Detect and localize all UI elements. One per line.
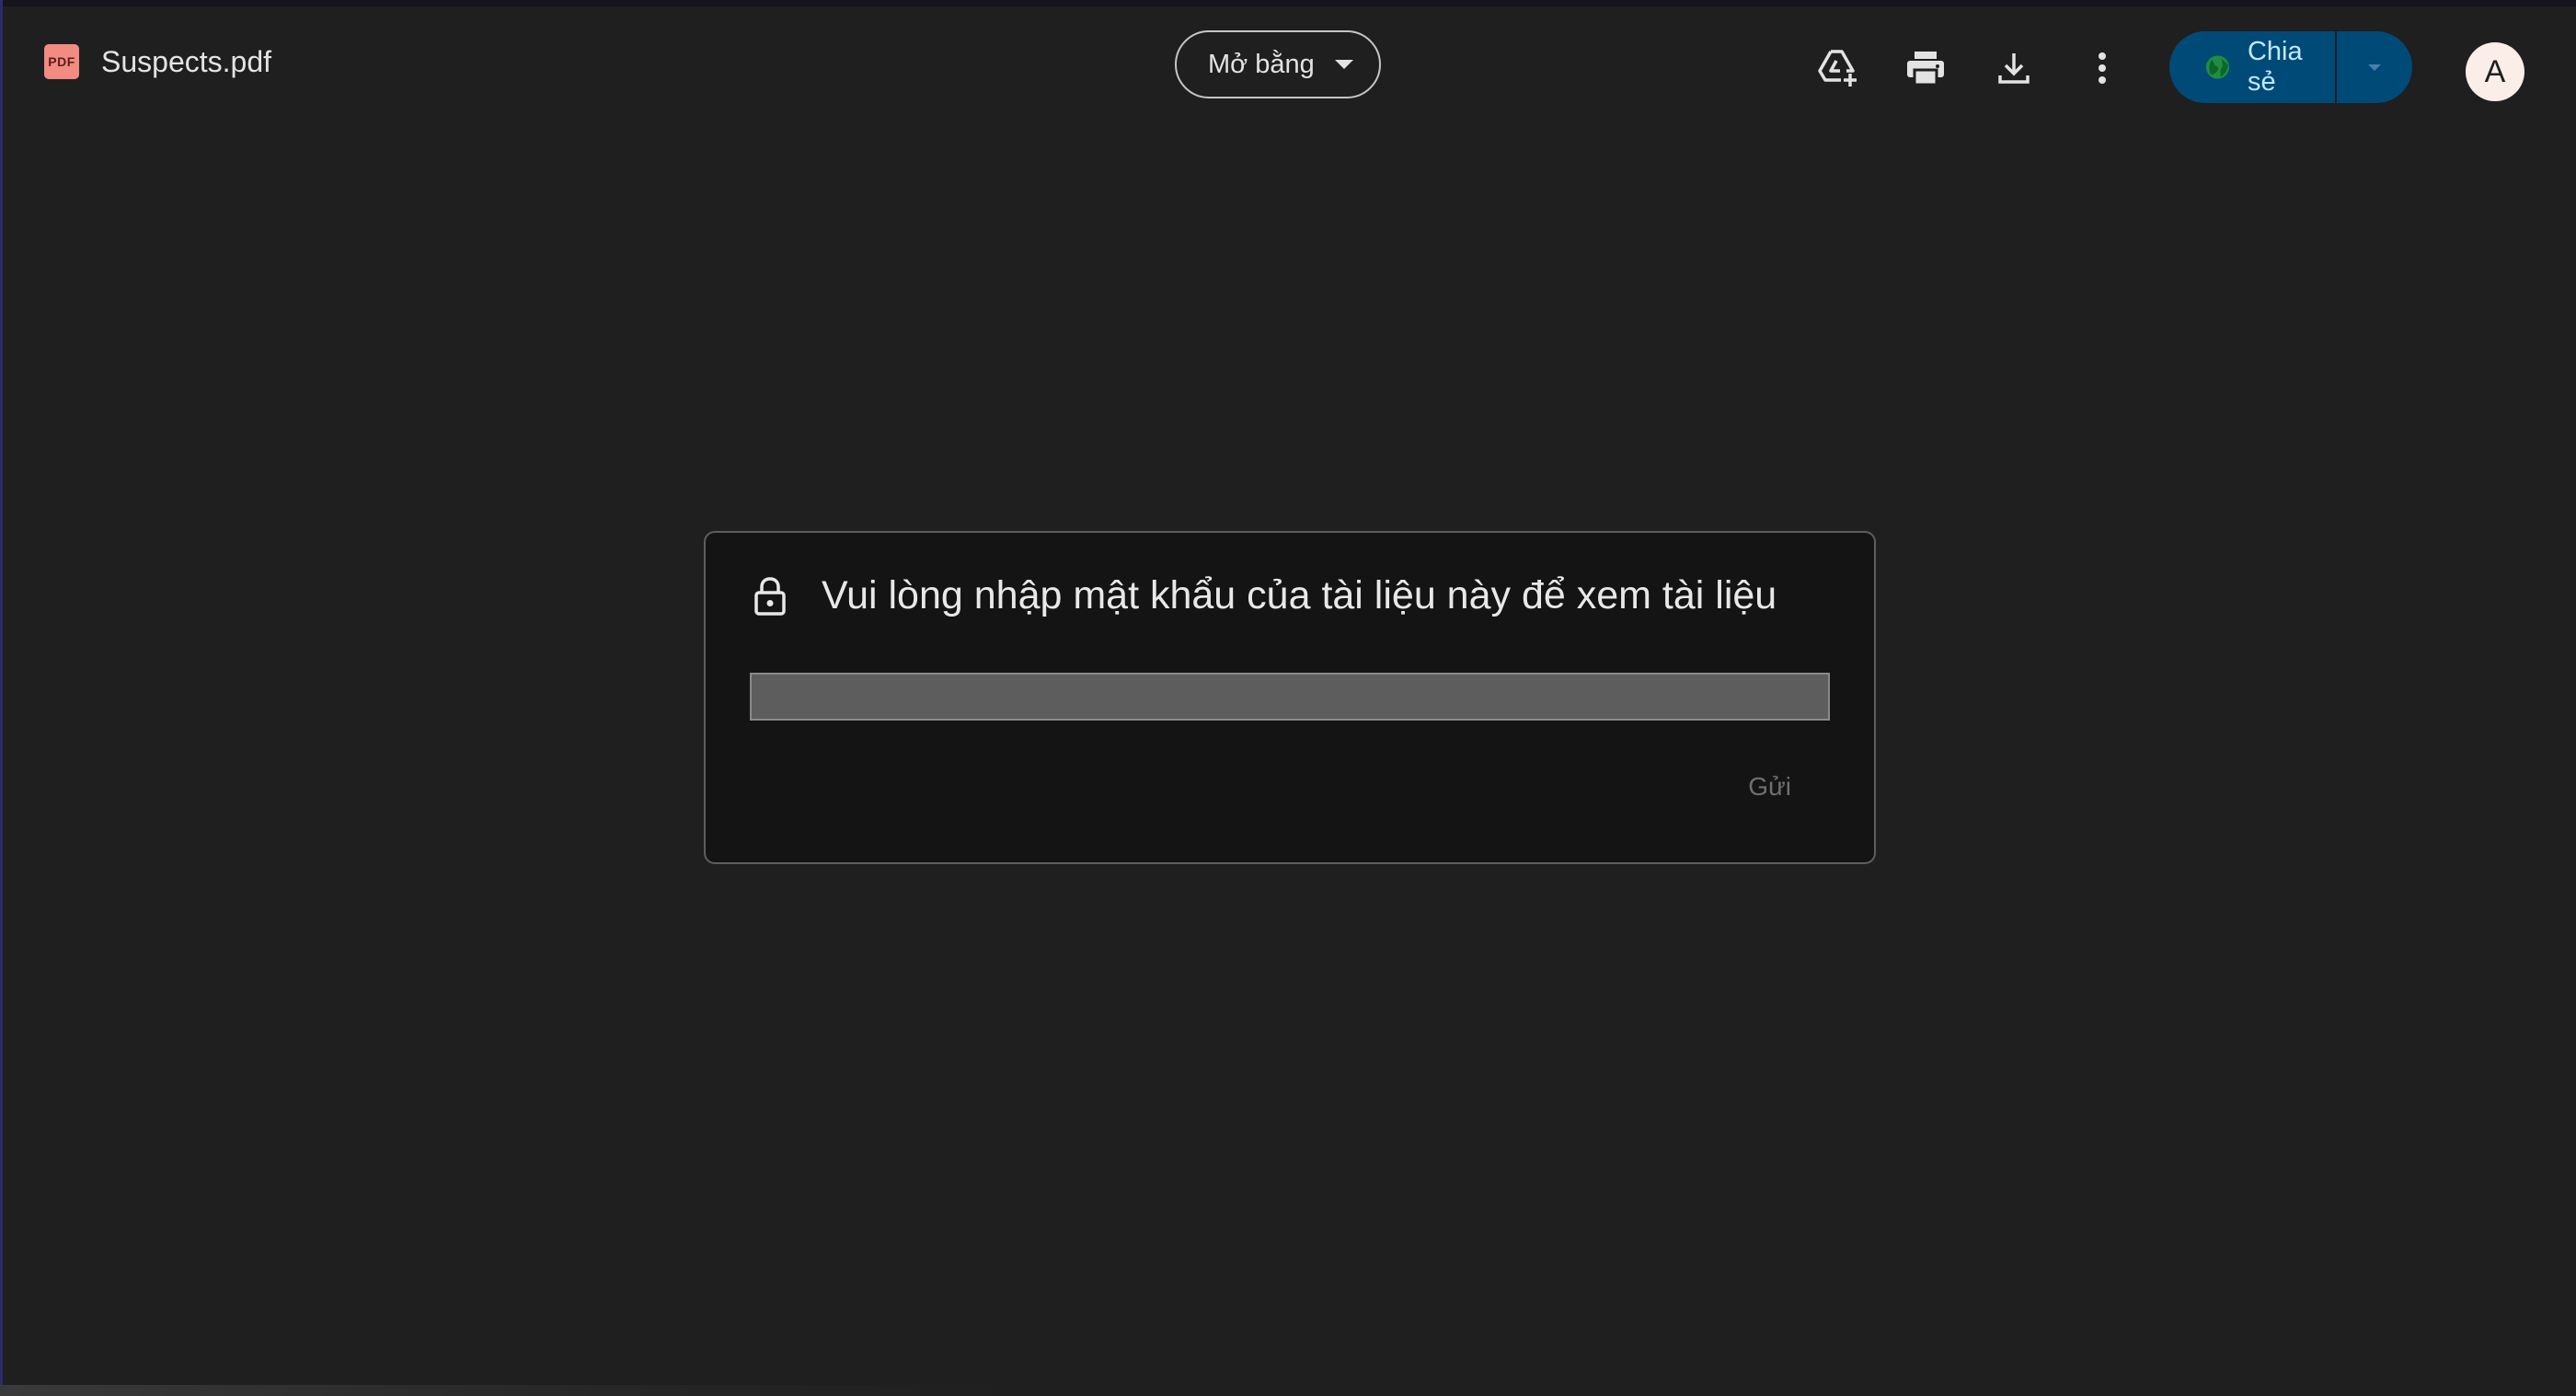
share-button-group: Chia sẻ — [2169, 31, 2412, 103]
pdf-file-icon: PDF — [44, 44, 79, 79]
open-with-label: Mở bằng — [1208, 49, 1315, 79]
dialog-header: Vui lòng nhập mật khẩu của tài liệu này … — [753, 573, 1777, 618]
window-top-edge — [0, 0, 2576, 6]
account-avatar[interactable]: A — [2466, 42, 2524, 101]
chevron-down-icon — [1334, 60, 1353, 69]
window-left-edge — [0, 0, 3, 1396]
share-label: Chia sẻ — [2247, 37, 2303, 97]
password-input[interactable] — [750, 673, 1830, 721]
share-options-button[interactable] — [2337, 31, 2412, 103]
viewer-header: PDF Suspects.pdf Mở bằng Chia sẻ A — [0, 6, 2576, 126]
bottom-scrollbar-track — [0, 1385, 1012, 1396]
download-icon[interactable] — [1992, 46, 2036, 90]
drive-pdf-viewer: PDF Suspects.pdf Mở bằng Chia sẻ A Vui l… — [0, 0, 2576, 1396]
chevron-down-icon — [2368, 63, 2381, 71]
pdf-icon-label: PDF — [48, 54, 75, 69]
more-options-icon[interactable] — [2080, 46, 2124, 90]
lock-icon — [754, 576, 786, 616]
open-with-button[interactable]: Mở bằng — [1175, 30, 1381, 98]
share-button[interactable]: Chia sẻ — [2169, 31, 2335, 103]
file-name: Suspects.pdf — [101, 44, 271, 78]
file-title: PDF Suspects.pdf — [44, 36, 271, 87]
globe-icon — [2205, 55, 2230, 79]
submit-button[interactable]: Gửi — [1748, 772, 1791, 802]
add-to-drive-icon[interactable] — [1815, 46, 1859, 90]
print-icon[interactable] — [1903, 46, 1948, 90]
password-dialog: Vui lòng nhập mật khẩu của tài liệu này … — [704, 531, 1876, 864]
dialog-title: Vui lòng nhập mật khẩu của tài liệu này … — [822, 573, 1777, 617]
